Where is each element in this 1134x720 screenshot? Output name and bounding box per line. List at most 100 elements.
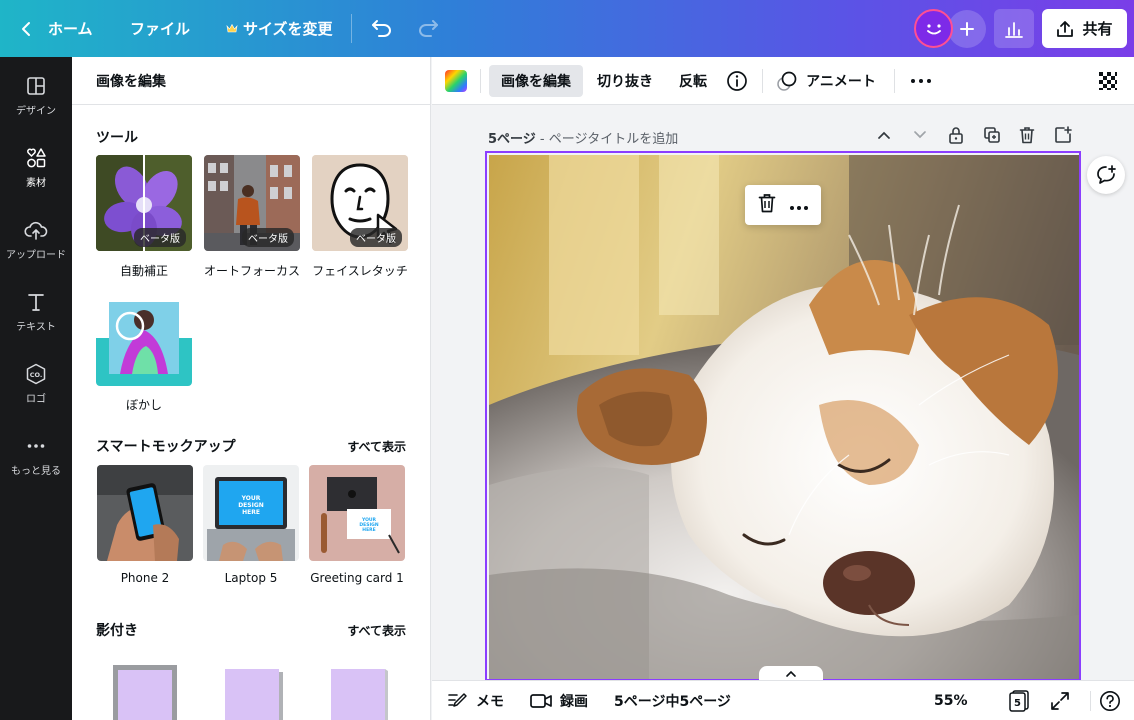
shadows-section-title: 影付き (96, 623, 138, 639)
mockups-see-all-link[interactable]: すべて表示 (347, 438, 406, 455)
help-question-icon (1100, 691, 1120, 711)
chevron-down-icon (914, 131, 926, 139)
record-button[interactable]: 録画 (530, 681, 588, 720)
transparency-checker-icon (1099, 72, 1117, 90)
move-page-up-button[interactable] (873, 124, 895, 146)
rail-label-text: テキスト (16, 322, 56, 333)
page-title-row[interactable]: 5ページ - ページタイトルを追加 (488, 128, 678, 147)
crop-button[interactable]: 切り抜き (592, 65, 658, 97)
notes-label: メモ (476, 694, 504, 710)
insights-button[interactable] (994, 9, 1034, 48)
share-button[interactable]: 共有 (1042, 9, 1127, 48)
pages-grid-button[interactable]: 5 (1008, 681, 1030, 720)
tool-label-face-retouch: フェイスレタッチ (312, 264, 408, 278)
top-bar: ホーム ファイル サイズを変更 共有 (0, 0, 1134, 57)
shadow-tile-page-curl[interactable] (309, 657, 405, 720)
mockup-tile-greeting-card[interactable]: YOUR DESIGN HERE (309, 465, 405, 561)
zoom-level[interactable]: 55% (934, 681, 968, 720)
rail-item-logo[interactable]: CO. ロゴ (0, 363, 72, 423)
toolbar-separator (480, 69, 481, 93)
layout-icon (27, 77, 45, 95)
delete-page-button[interactable] (1016, 124, 1038, 146)
rail-item-design[interactable]: デザイン (0, 75, 72, 135)
mockup-tile-phone[interactable] (97, 465, 193, 561)
more-dots-icon (27, 444, 45, 448)
rail-label-logo: ロゴ (26, 394, 46, 405)
animate-circles-icon (777, 71, 797, 91)
shadow-tile-drop[interactable] (203, 657, 299, 720)
add-collaborator-button[interactable] (948, 10, 986, 48)
notes-button[interactable]: メモ (448, 681, 504, 720)
rail-item-more[interactable]: もっと見る (0, 435, 72, 495)
help-button[interactable] (1099, 681, 1121, 720)
greeting-card-mockup-thumbnail: YOUR DESIGN HERE (309, 465, 405, 561)
duplicate-icon (984, 127, 1000, 143)
edit-image-button[interactable]: 画像を編集 (489, 65, 583, 97)
tool-tile-autofocus[interactable]: ベータ版 (204, 155, 300, 251)
info-icon (727, 71, 747, 91)
shadows-see-all-link[interactable]: すべて表示 (347, 622, 406, 639)
tool-tile-blur[interactable] (96, 290, 192, 386)
bottom-bar: メモ 録画 5ページ中5ページ 55% 5 (432, 680, 1134, 720)
logo-icon: CO. (26, 363, 46, 385)
page-number-label: 5ページ (488, 132, 536, 147)
lock-page-button[interactable] (945, 124, 967, 146)
add-comment-button[interactable] (1087, 156, 1125, 194)
element-more-button[interactable] (789, 196, 809, 215)
tool-label-autofocus: オートフォーカス (203, 264, 300, 278)
page-title-placeholder[interactable]: - ページタイトルを追加 (536, 132, 678, 147)
trash-icon (1019, 127, 1035, 144)
chevron-left-icon (22, 21, 30, 36)
smiley-face-icon (926, 23, 941, 34)
info-button[interactable] (722, 65, 752, 97)
animate-button[interactable]: アニメート (774, 65, 878, 97)
share-label: 共有 (1082, 20, 1113, 38)
design-page-canvas[interactable] (485, 151, 1081, 681)
rail-item-elements[interactable]: 素材 (0, 147, 72, 207)
edit-image-panel: 画像を編集 ツール ベータ版 自動補正 ベータ版 オートフォーカス ベータ版 フ… (72, 57, 431, 720)
left-rail: デザイン 素材 アップロード テキスト CO. ロゴ もっと見る (0, 57, 72, 720)
toolbar-separator (762, 69, 763, 93)
mockup-tile-laptop[interactable]: YOUR DESIGN HERE (203, 465, 299, 561)
rail-item-text[interactable]: テキスト (0, 291, 72, 351)
add-page-icon (1055, 126, 1072, 143)
bar-chart-icon (1005, 21, 1023, 38)
redo-button[interactable] (414, 14, 442, 42)
fullscreen-button[interactable] (1050, 681, 1070, 720)
move-page-down-button[interactable] (909, 124, 931, 146)
resize-button[interactable]: サイズを変更 (226, 0, 333, 57)
chevron-up-icon (878, 131, 890, 139)
file-menu-button[interactable]: ファイル (130, 0, 190, 57)
duplicate-page-button[interactable] (981, 124, 1003, 146)
trash-icon (758, 194, 775, 213)
undo-icon (372, 20, 391, 37)
animate-label: アニメート (806, 74, 876, 90)
delete-element-button[interactable] (758, 193, 776, 217)
home-button[interactable]: ホーム (18, 0, 93, 57)
add-page-button[interactable] (1052, 124, 1074, 146)
shadow-curl-thumbnail (331, 669, 388, 720)
pages-count-label: 5 (1014, 697, 1021, 709)
svg-text:HERE: HERE (242, 509, 260, 516)
shadow-tile-frame[interactable] (97, 657, 193, 720)
transparency-button[interactable] (1094, 65, 1122, 97)
chevron-up-icon (786, 670, 796, 677)
mockup-label-phone: Phone 2 (120, 571, 170, 585)
flip-button[interactable]: 反転 (674, 65, 712, 97)
undo-button[interactable] (368, 14, 396, 42)
sleeping-dog-photo[interactable] (489, 155, 1079, 681)
rail-item-uploads[interactable]: アップロード (0, 219, 72, 279)
tool-tile-auto-enhance[interactable]: ベータ版 (96, 155, 192, 251)
bottom-separator (1090, 691, 1091, 711)
file-label: ファイル (130, 20, 191, 38)
mockup-label-greeting-card: Greeting card 1 (310, 571, 404, 585)
shapes-icon (27, 148, 46, 168)
rail-label-uploads: アップロード (6, 250, 66, 261)
shadow-frame-thumbnail (113, 665, 177, 720)
color-picker-button[interactable] (442, 65, 470, 97)
svg-text:CO.: CO. (30, 371, 43, 379)
element-floating-menu (745, 185, 821, 225)
user-avatar[interactable] (914, 9, 953, 48)
tool-tile-face-retouch[interactable]: ベータ版 (312, 155, 408, 251)
more-options-button[interactable] (906, 65, 936, 97)
